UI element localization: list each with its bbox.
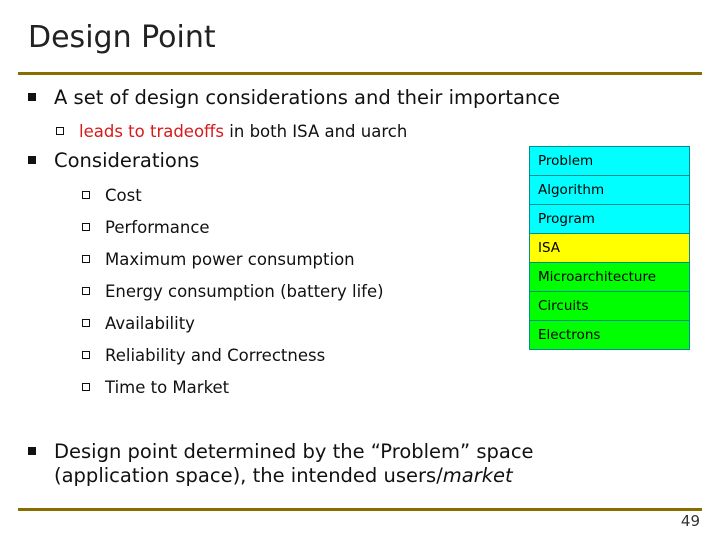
bullet-text: A set of design considerations and their… [54,86,560,109]
title-divider [18,72,702,75]
bullet-text: Cost [105,186,142,205]
bullet-text: Performance [105,218,210,237]
stack-layer-label: Circuits [538,298,589,314]
stack-layer-label: ISA [538,240,561,256]
stack-layer-label: Electrons [538,327,601,343]
stack-layer-algorithm: Algorithm [529,175,690,205]
hollow-square-bullet-icon [56,127,64,135]
bullet-text: Availability [105,314,195,333]
square-bullet-icon [28,93,36,101]
hollow-square-bullet-icon [82,255,90,263]
hollow-square-bullet-icon [82,191,90,199]
stack-layer-isa: ISA [529,233,690,263]
stack-layer-label: Microarchitecture [538,269,657,285]
bullet-text: Time to Market [105,378,230,397]
hollow-square-bullet-icon [82,351,90,359]
stack-layer-microarchitecture: Microarchitecture [529,262,690,292]
bullet-performance: Performance [82,218,525,238]
bullet-text-line1: Design point determined by the “Problem”… [54,440,534,463]
bullet-design-considerations: A set of design considerations and their… [28,86,674,110]
bullet-text: Reliability and Correctness [105,346,326,365]
stack-layer-electrons: Electrons [529,320,690,350]
bullet-text-rest: in both ISA and uarch [224,122,408,141]
stack-layer-problem: Problem [529,146,690,176]
bullet-leads-to-tradeoffs: leads to tradeoffs in both ISA and uarch [56,122,679,142]
transformation-stack-diagram: Problem Algorithm Program ISA Microarchi… [529,146,690,350]
square-bullet-icon [28,447,36,455]
bullet-text: Maximum power consumption [105,250,355,269]
bullet-text-line2: (application space), the intended users/ [54,464,443,488]
bullet-time-to-market: Time to Market [82,378,525,398]
bullet-text-highlight: leads to tradeoffs [79,122,225,141]
stack-layer-circuits: Circuits [529,291,690,321]
hollow-square-bullet-icon [82,287,90,295]
stack-layer-label: Problem [538,153,594,169]
stack-layer-label: Program [538,211,595,227]
hollow-square-bullet-icon [82,319,90,327]
bullet-availability: Availability [82,314,525,334]
bullet-max-power-consumption: Maximum power consumption [82,250,525,270]
hollow-square-bullet-icon [82,223,90,231]
page-number: 49 [680,512,700,530]
bullet-text-line2-italic: market [442,464,513,488]
square-bullet-icon [28,156,36,164]
bullet-considerations: Considerations [28,149,474,173]
slide: Design Point A set of design considerati… [0,0,720,540]
bullet-energy-consumption: Energy consumption (battery life) [82,282,525,302]
bullet-text: Energy consumption (battery life) [105,282,384,301]
stack-layer-label: Algorithm [538,182,605,198]
bullet-design-point-determined: Design point determined by the “Problem”… [28,440,684,489]
bullet-cost: Cost [82,186,525,206]
bullet-text: Considerations [54,149,200,172]
hollow-square-bullet-icon [82,383,90,391]
stack-layer-program: Program [529,204,690,234]
page-title: Design Point [28,20,216,55]
footer-divider [18,508,702,511]
bullet-reliability-correctness: Reliability and Correctness [82,346,525,366]
